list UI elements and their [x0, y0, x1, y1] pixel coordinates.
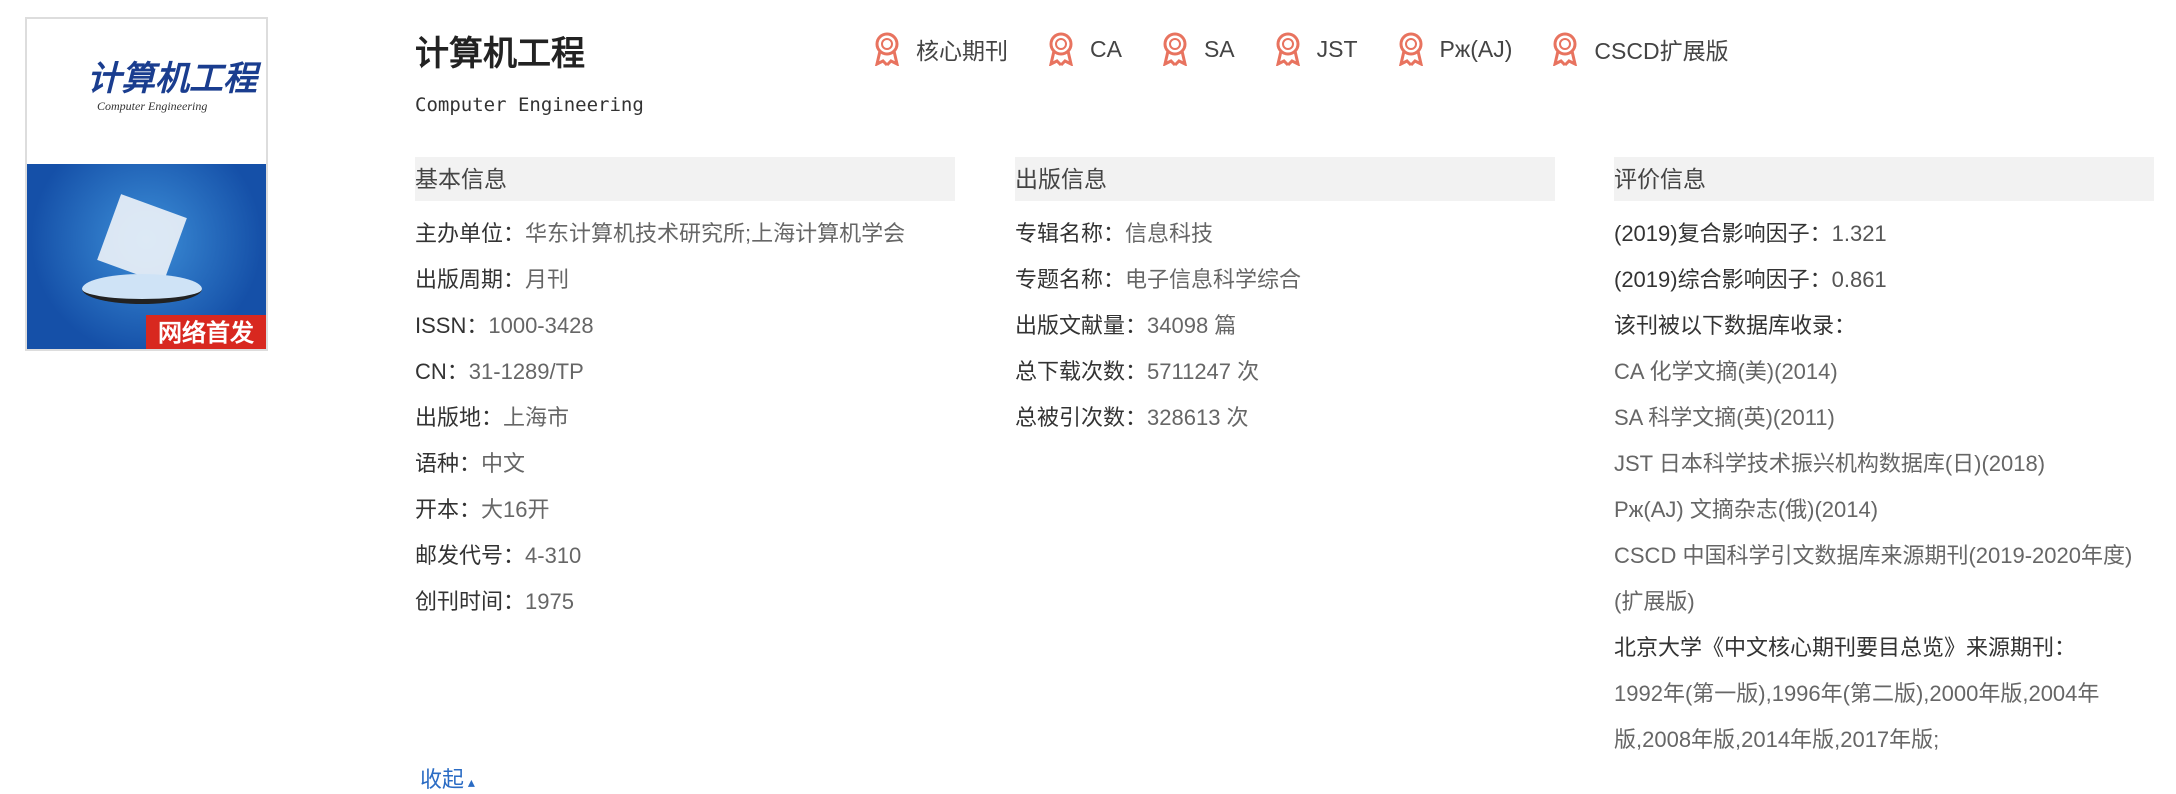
info-row: 总被引次数：328613 次	[1015, 395, 1555, 441]
pku-value: 1992年(第一版),1996年(第二版),2000年版,2004年版,2008…	[1614, 681, 2100, 752]
index-tags: 核心期刊 CA SA JST Pж(AJ) CSCD扩展版	[872, 32, 1767, 66]
info-label: CN：	[415, 359, 469, 384]
journal-cover[interactable]: 计算机工程 Computer Engineering 网络首发	[25, 17, 268, 351]
section-heading: 出版信息	[1015, 157, 1555, 201]
chevron-up-icon: ▴	[464, 774, 475, 790]
info-row: 创刊时间：1975	[415, 579, 955, 625]
index-tag: CA	[1046, 32, 1122, 66]
info-row: ISSN：1000-3428	[415, 303, 955, 349]
database-item: SA 科学文摘(英)(2011)	[1614, 405, 1835, 430]
cover-subtitle: Computer Engineering	[97, 99, 208, 113]
evaluation-info-section: 评价信息 (2019)复合影响因子：1.321 (2019)综合影响因子：0.86…	[1614, 157, 2154, 763]
info-value: 华东计算机技术研究所;上海计算机学会	[525, 221, 906, 246]
pku-label: 北京大学《中文核心期刊要目总览》来源期刊：	[1614, 635, 2077, 660]
cover-art	[97, 194, 187, 284]
info-value: 电子信息科学综合	[1125, 267, 1302, 292]
info-value: 1975	[525, 589, 574, 614]
journal-english-title: Computer Engineering	[415, 94, 644, 116]
tag-label: CA	[1090, 35, 1122, 62]
info-row: 专题名称：电子信息科学综合	[1015, 257, 1555, 303]
info-value: 1.321	[1831, 221, 1887, 246]
info-value: 31-1289/TP	[468, 359, 584, 384]
award-icon	[1048, 32, 1074, 66]
info-value: 4-310	[525, 543, 582, 568]
info-label: 出版周期：	[415, 267, 526, 292]
cover-art-disk	[82, 274, 202, 304]
index-tag: CSCD扩展版	[1550, 32, 1729, 66]
award-icon	[1275, 32, 1300, 66]
info-row: 语种：中文	[415, 441, 955, 487]
info-value: 5711247 次	[1147, 359, 1260, 384]
info-label: 专辑名称：	[1015, 221, 1126, 246]
index-tag: Pж(AJ)	[1396, 32, 1513, 66]
database-item: CA 化学文摘(美)(2014)	[1614, 359, 1838, 384]
index-tag: JST	[1273, 32, 1358, 66]
info-label: 主办单位：	[415, 221, 526, 246]
cover-title: 计算机工程	[87, 59, 257, 99]
info-row: 专辑名称：信息科技	[1015, 211, 1555, 257]
info-value: 大16开	[481, 497, 550, 522]
award-icon	[874, 32, 900, 66]
section-heading: 评价信息	[1614, 157, 2154, 201]
tag-label: 核心期刊	[916, 38, 1008, 64]
database-item: JST 日本科学技术振兴机构数据库(日)(2018)	[1614, 451, 2046, 476]
info-label: 创刊时间：	[415, 589, 526, 614]
info-label: 专题名称：	[1015, 267, 1126, 292]
info-label: 总下载次数：	[1015, 359, 1148, 384]
info-value: 34098 篇	[1147, 313, 1237, 338]
publish-info-section: 出版信息 专辑名称：信息科技 专题名称：电子信息科学综合 出版文献量：34098 篇…	[1015, 157, 1555, 441]
tag-label: JST	[1316, 35, 1358, 62]
info-value: 0.861	[1831, 267, 1887, 292]
index-tag: 核心期刊	[872, 32, 1008, 66]
info-row: 总下载次数：5711247 次	[1015, 349, 1555, 395]
info-row: 出版地：上海市	[415, 395, 955, 441]
info-label: ISSN：	[415, 313, 489, 338]
info-value: 信息科技	[1125, 221, 1214, 246]
info-label: 出版地：	[415, 405, 504, 430]
info-label: 语种：	[415, 451, 482, 476]
award-icon	[1162, 32, 1187, 66]
info-row: 开本：大16开	[415, 487, 955, 533]
info-value: 328613 次	[1147, 405, 1249, 430]
database-item: CSCD 中国科学引文数据库来源期刊(2019-2020年度)(扩展版)	[1614, 543, 2133, 614]
info-row: CN：31-1289/TP	[415, 349, 955, 395]
index-tag: SA	[1160, 32, 1235, 66]
info-row: (2019)复合影响因子：1.321	[1614, 211, 2154, 257]
info-value: 1000-3428	[488, 313, 594, 338]
info-label: 邮发代号：	[415, 543, 526, 568]
collapse-label: 收起	[420, 767, 465, 792]
award-icon	[1398, 32, 1423, 66]
collapse-link[interactable]: 收起 ▴	[420, 762, 475, 794]
info-value: 月刊	[525, 267, 570, 292]
info-value: 上海市	[503, 405, 570, 430]
info-row: 主办单位：华东计算机技术研究所;上海计算机学会	[415, 211, 955, 257]
info-row: (2019)综合影响因子：0.861	[1614, 257, 2154, 303]
info-row: 出版周期：月刊	[415, 257, 955, 303]
online-first-badge: 网络首发	[146, 315, 266, 349]
section-heading: 基本信息	[415, 157, 955, 201]
info-label: (2019)复合影响因子：	[1614, 221, 1832, 246]
database-item: Pж(AJ) 文摘杂志(俄)(2014)	[1614, 497, 1879, 522]
tag-label: Pж(AJ)	[1439, 35, 1513, 62]
info-value: 中文	[481, 451, 526, 476]
info-label: (2019)综合影响因子：	[1614, 267, 1832, 292]
database-label: 该刊被以下数据库收录：	[1614, 313, 1857, 338]
info-label: 开本：	[415, 497, 482, 522]
info-row: 邮发代号：4-310	[415, 533, 955, 579]
info-label: 总被引次数：	[1015, 405, 1148, 430]
award-icon	[1553, 32, 1578, 66]
info-label: 出版文献量：	[1015, 313, 1148, 338]
tag-label: SA	[1203, 35, 1235, 62]
info-row: 出版文献量：34098 篇	[1015, 303, 1555, 349]
tag-label: CSCD扩展版	[1594, 38, 1729, 64]
journal-title: 计算机工程	[415, 35, 585, 73]
basic-info-section: 基本信息 主办单位：华东计算机技术研究所;上海计算机学会 出版周期：月刊 ISSN：…	[415, 157, 955, 625]
